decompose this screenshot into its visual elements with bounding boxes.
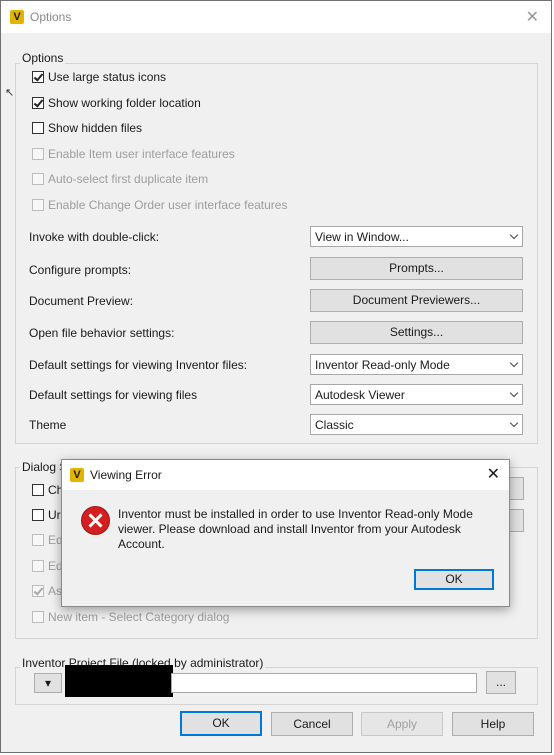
project-file-path	[171, 673, 477, 693]
suppression-checkbox-1[interactable]: Ch	[32, 482, 63, 498]
checkbox-label: Enable Change Order user interface featu…	[48, 198, 288, 212]
window-title: Options	[30, 10, 72, 24]
inventor-viewing-dropdown[interactable]: Inventor Read-only Mode	[310, 354, 523, 375]
ok-button[interactable]: OK	[180, 711, 262, 736]
settings-button[interactable]: Settings...	[310, 321, 523, 344]
use-large-status-icons-checkbox[interactable]: Use large status icons	[32, 69, 166, 85]
inventor-viewing-label: Default settings for viewing Inventor fi…	[29, 358, 248, 372]
prompts-label: Configure prompts:	[29, 263, 132, 277]
help-button[interactable]: Help	[452, 712, 534, 736]
suppression-checkbox-3: Ed	[32, 532, 63, 548]
redacted-area	[65, 665, 173, 697]
files-viewing-dropdown[interactable]: Autodesk Viewer	[310, 384, 523, 405]
mouse-cursor-icon: ↖	[5, 87, 15, 99]
options-window: V Options ✕ ↖ Options Use large status i…	[0, 0, 552, 753]
project-dropdown-button[interactable]: ▾	[34, 673, 62, 693]
new-item-select-category-checkbox: New item - Select Category dialog	[32, 609, 229, 625]
apply-button: Apply	[361, 712, 443, 736]
close-icon[interactable]: ✕	[526, 7, 539, 27]
checkbox-box	[32, 199, 44, 211]
suppression-checkbox-4: Ed	[32, 558, 63, 574]
cancel-button[interactable]: Cancel	[271, 712, 353, 736]
checkbox-box[interactable]	[32, 71, 44, 83]
invoke-label: Invoke with double-click:	[29, 230, 160, 244]
checkbox-box	[32, 585, 44, 597]
error-message: Inventor must be installed in order to u…	[118, 507, 473, 551]
files-viewing-value: Autodesk Viewer	[315, 388, 405, 402]
inventor-viewing-value: Inventor Read-only Mode	[315, 358, 450, 372]
checkbox-box[interactable]	[32, 97, 44, 109]
dialog-title-bar: V Viewing Error ✕	[62, 460, 509, 490]
title-bar: V Options ✕	[1, 1, 551, 33]
chevron-down-icon	[509, 230, 519, 240]
checkbox-box	[32, 148, 44, 160]
checkbox-box	[32, 534, 44, 546]
suppression-checkbox-2[interactable]: Ur	[32, 507, 61, 523]
prompts-button[interactable]: Prompts...	[310, 257, 523, 280]
chevron-down-icon	[509, 358, 519, 368]
show-working-folder-checkbox[interactable]: Show working folder location	[32, 95, 201, 111]
error-icon	[81, 506, 110, 535]
document-previewers-button[interactable]: Document Previewers...	[310, 289, 523, 312]
chevron-down-icon	[509, 418, 519, 428]
checkbox-label: As	[48, 584, 63, 598]
invoke-value: View in Window...	[315, 230, 409, 244]
files-viewing-label: Default settings for viewing files	[29, 388, 198, 402]
checkbox-label: Use large status icons	[48, 70, 167, 84]
app-icon: V	[70, 468, 84, 482]
enable-item-ui-checkbox: Enable Item user interface features	[32, 146, 235, 162]
checkbox-box[interactable]	[32, 509, 44, 521]
theme-value: Classic	[315, 418, 354, 432]
invoke-dropdown[interactable]: View in Window...	[310, 226, 523, 247]
suppression-checkbox-5: As	[32, 583, 62, 599]
theme-label: Theme	[29, 418, 67, 432]
checkbox-box	[32, 173, 44, 185]
options-group-label: Options	[20, 51, 66, 65]
checkbox-label: New item - Select Category dialog	[48, 610, 230, 624]
auto-select-duplicate-checkbox: Auto-select first duplicate item	[32, 171, 208, 187]
checkbox-label: Enable Item user interface features	[48, 147, 235, 161]
checkbox-label: Auto-select first duplicate item	[48, 172, 209, 186]
checkbox-box[interactable]	[32, 484, 44, 496]
checkbox-label: Ur	[48, 508, 61, 522]
open-file-behavior-label: Open file behavior settings:	[29, 326, 175, 340]
enable-change-order-checkbox: Enable Change Order user interface featu…	[32, 197, 287, 213]
document-preview-label: Document Preview:	[29, 294, 134, 308]
viewing-error-dialog: V Viewing Error ✕ Inventor must be insta…	[61, 459, 510, 607]
show-hidden-files-checkbox[interactable]: Show hidden files	[32, 120, 142, 136]
checkbox-box	[32, 560, 44, 572]
dialog-ok-button[interactable]: OK	[414, 569, 494, 590]
app-icon: V	[10, 10, 24, 24]
dialog-title: Viewing Error	[90, 468, 162, 482]
checkbox-box[interactable]	[32, 122, 44, 134]
browse-button[interactable]: ...	[486, 671, 516, 694]
checkbox-label: Show working folder location	[48, 96, 201, 110]
chevron-down-icon	[509, 388, 519, 398]
theme-dropdown[interactable]: Classic	[310, 414, 523, 435]
close-icon[interactable]: ✕	[487, 464, 500, 484]
checkbox-box	[32, 611, 44, 623]
checkbox-label: Show hidden files	[48, 121, 143, 135]
